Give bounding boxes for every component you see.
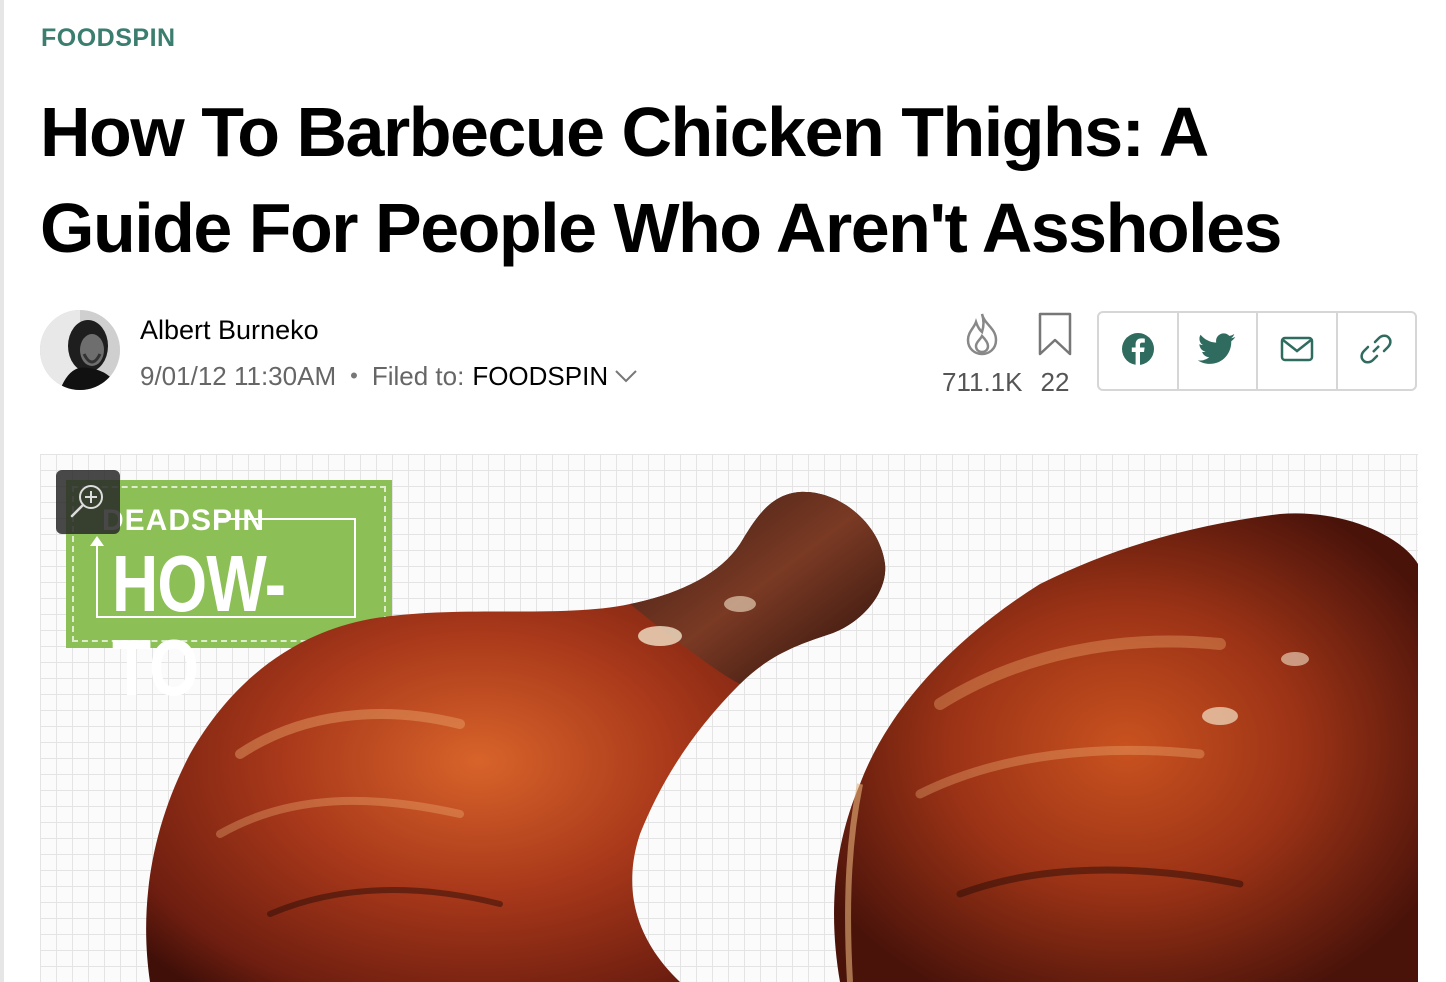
article-headline: How To Barbecue Chicken Thighs: A Guide … xyxy=(40,93,1282,267)
views-stat: 711.1K xyxy=(942,312,1022,398)
chicken-illustration xyxy=(146,491,1418,982)
author-avatar[interactable] xyxy=(40,310,120,390)
link-icon xyxy=(1358,331,1394,372)
filed-to-label: Filed to: xyxy=(371,360,465,391)
category-link[interactable]: FOODSPIN xyxy=(41,24,176,53)
share-email-button[interactable] xyxy=(1258,313,1338,389)
zoom-in-icon xyxy=(68,480,108,525)
bookmark-count: 22 xyxy=(1040,367,1070,397)
copy-link-button[interactable] xyxy=(1338,313,1416,389)
filed-to-category-link[interactable]: FOODSPIN xyxy=(472,361,608,392)
views-count: 711.1K xyxy=(942,367,1023,397)
publish-timestamp[interactable]: 9/01/12 11:30AM xyxy=(140,361,336,392)
right-chicken-leg xyxy=(834,513,1418,982)
zoom-in-button[interactable] xyxy=(56,470,120,534)
share-facebook-button[interactable] xyxy=(1099,313,1179,389)
twitter-icon xyxy=(1198,332,1236,370)
page-left-border xyxy=(0,0,4,982)
left-chicken-leg xyxy=(146,491,886,982)
share-twitter-button[interactable] xyxy=(1179,313,1258,389)
bookmark-icon[interactable] xyxy=(1036,312,1074,361)
article-meta: 9/01/12 11:30AM • Filed to: FOODSPIN xyxy=(140,358,638,394)
chevron-down-icon[interactable] xyxy=(614,368,638,384)
author-name-link[interactable]: Albert Burneko xyxy=(140,315,319,346)
hero-image[interactable]: DEADSPIN HOW-TO xyxy=(40,454,1418,982)
email-icon xyxy=(1280,336,1314,367)
facebook-icon xyxy=(1121,332,1155,371)
meta-separator: • xyxy=(350,363,358,388)
bookmark-stat[interactable]: 22 xyxy=(1036,312,1074,398)
share-toolbar xyxy=(1097,311,1417,391)
flame-icon xyxy=(962,312,1002,361)
